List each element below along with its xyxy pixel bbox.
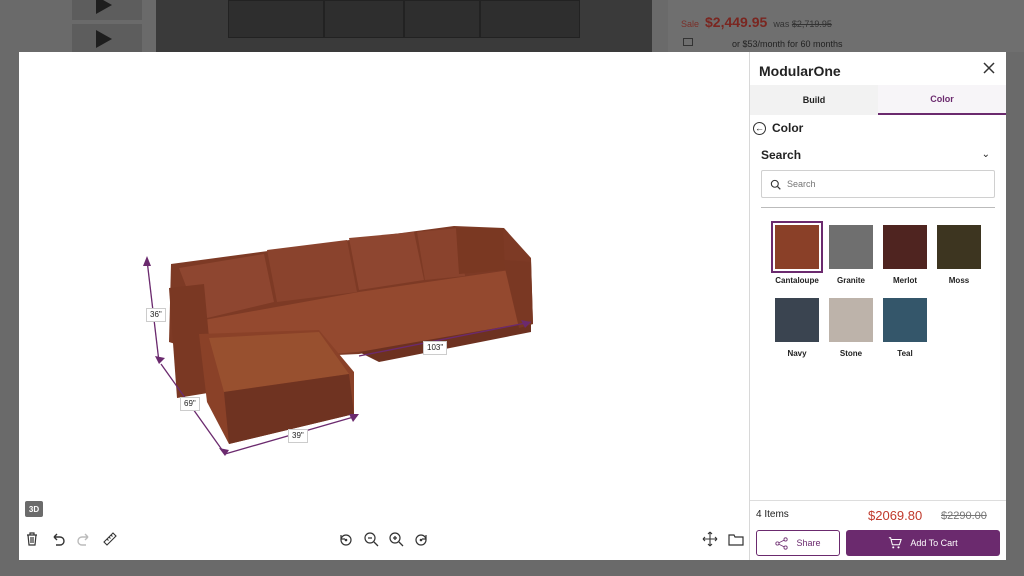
swatch-chip — [937, 225, 981, 269]
cart-footer: 4 Items $2069.80 $2290.00 Share Add To C… — [750, 500, 1006, 560]
zoom-in-icon[interactable] — [387, 530, 405, 548]
ruler-icon[interactable] — [101, 530, 119, 548]
items-count: 4 Items — [756, 509, 789, 520]
tab-color[interactable]: Color — [878, 85, 1006, 115]
section-title: Color — [772, 121, 804, 135]
3d-viewer[interactable]: 36" 69" 39" 103" 3D — [19, 52, 749, 560]
dimension-length: 103" — [423, 341, 448, 355]
video-thumbnail — [72, 0, 142, 20]
swatch-label: Teal — [897, 349, 913, 358]
swatch-chip — [829, 225, 873, 269]
swatch-moss[interactable]: Moss — [932, 225, 986, 285]
price-row: Sale $2,449.95 was $2,719.95 — [681, 14, 832, 30]
trash-icon[interactable] — [23, 530, 41, 548]
pillow — [456, 228, 505, 274]
add-to-cart-label: Add To Cart — [910, 538, 958, 548]
close-icon[interactable] — [981, 60, 997, 76]
product-thumbnails — [72, 0, 142, 54]
swatch-cantaloupe[interactable]: Cantaloupe — [770, 221, 824, 285]
redo-icon[interactable] — [75, 530, 93, 548]
share-label: Share — [796, 538, 821, 548]
folder-icon[interactable] — [727, 530, 745, 548]
divider — [761, 207, 995, 208]
swatch-chip — [883, 298, 927, 342]
video-thumbnail — [72, 24, 142, 54]
product-image — [156, 0, 652, 52]
back-cushion — [349, 232, 424, 290]
swatch-chip — [775, 298, 819, 342]
swatch-chip — [771, 221, 823, 273]
back-arrow-icon[interactable]: ← — [753, 121, 766, 135]
cart-icon — [889, 537, 903, 549]
sofa-3d-model[interactable] — [19, 52, 749, 560]
swatch-label: Stone — [839, 349, 863, 358]
search-field[interactable] — [761, 170, 995, 198]
color-section-header: ← Color — [753, 121, 803, 135]
swatch-navy[interactable]: Navy — [770, 298, 824, 358]
play-icon — [96, 0, 112, 14]
swatch-label: Moss — [948, 276, 970, 285]
swatch-chip — [883, 225, 927, 269]
dimension-chaise-width: 39" — [288, 429, 308, 443]
rotate-left-icon[interactable] — [337, 530, 355, 548]
options-panel: ModularOne Build Color ← Color Search ⌄ … — [749, 52, 1006, 560]
dimension-height: 36" — [146, 308, 166, 322]
move-icon[interactable] — [701, 530, 719, 548]
chevron-down-icon[interactable]: ⌄ — [982, 149, 990, 160]
swatch-chip — [829, 298, 873, 342]
play-icon — [96, 30, 112, 48]
panel-tabs: Build Color — [750, 85, 1006, 115]
was-label: was $2,719.95 — [773, 19, 832, 29]
swatch-teal[interactable]: Teal — [878, 298, 932, 358]
swatch-granite[interactable]: Granite — [824, 225, 878, 285]
back-cushion — [267, 240, 357, 302]
swatch-label: Navy — [787, 349, 807, 358]
swatch-stone[interactable]: Stone — [824, 298, 878, 358]
3d-badge[interactable]: 3D — [25, 501, 43, 517]
share-icon — [775, 536, 789, 550]
card-icon — [683, 38, 693, 46]
monthly-payment: or $53/month for 60 months — [732, 39, 843, 49]
rotate-right-icon[interactable] — [412, 530, 430, 548]
swatch-merlot[interactable]: Merlot — [878, 225, 932, 285]
swatch-label: Granite — [836, 276, 865, 285]
swatch-label: Merlot — [893, 276, 917, 285]
search-input[interactable] — [787, 179, 977, 189]
search-icon — [770, 179, 781, 190]
zoom-out-icon[interactable] — [362, 530, 380, 548]
share-button[interactable]: Share — [756, 530, 840, 556]
original-price: $2290.00 — [941, 510, 987, 522]
add-to-cart-button[interactable]: Add To Cart — [846, 530, 1000, 556]
panel-title: ModularOne — [759, 63, 841, 79]
tab-build[interactable]: Build — [750, 85, 878, 115]
undo-icon[interactable] — [49, 530, 67, 548]
configurator-modal: 36" 69" 39" 103" 3D ModularOne Build Col… — [19, 52, 1006, 560]
sale-price: $2,449.95 — [705, 14, 768, 30]
swatch-label: Cantaloupe — [775, 276, 819, 285]
total-price: $2069.80 — [868, 508, 923, 523]
sale-label: Sale — [681, 19, 700, 29]
dimension-depth: 69" — [180, 397, 200, 411]
search-heading: Search — [761, 148, 802, 162]
